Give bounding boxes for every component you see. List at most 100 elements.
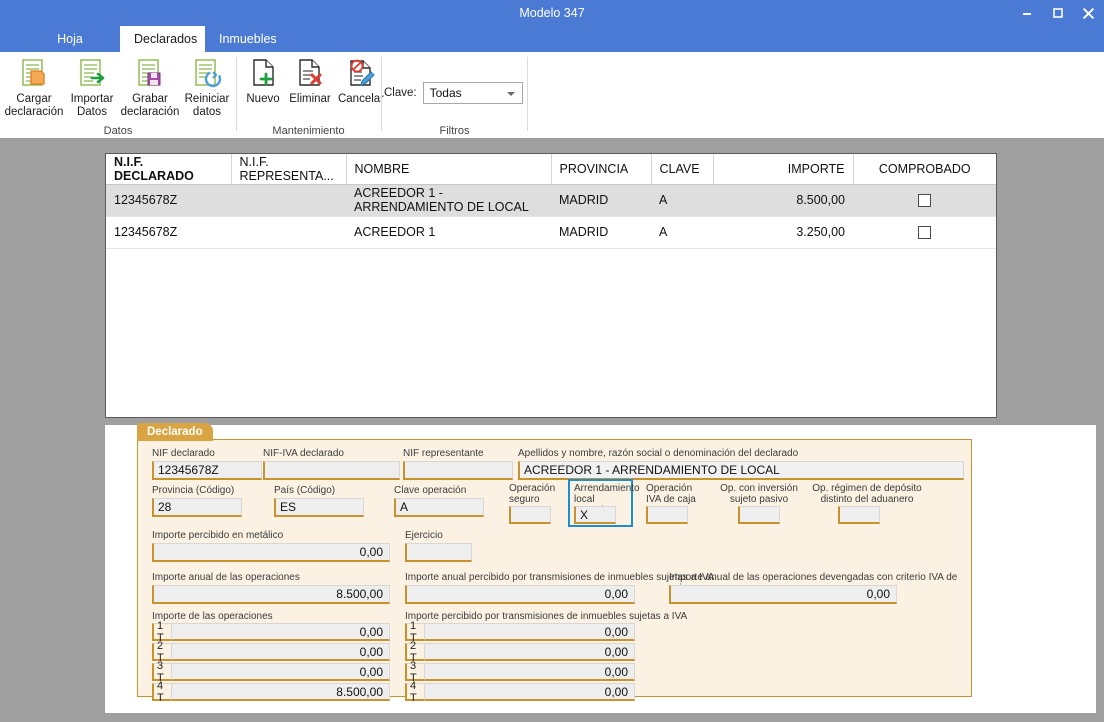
load-declaration-icon [17,55,51,91]
input-importe-metalico[interactable]: 0,00 [152,543,390,562]
declarado-fieldset: Declarado NIF declarado 12345678Z NIF-IV… [137,423,972,704]
input-importe-anual-operaciones[interactable]: 8.500,00 [152,585,390,604]
declarado-fieldset-tab: Declarado [137,423,213,441]
ribbon-group-mantenimiento: Nuevo Eliminar Cancelar Mantenimiento [237,52,384,138]
grabar-declaracion-label: Grabar declaración [120,93,180,118]
label-op-inversion-sujeto-pasivo: Op. con inversión sujeto pasivo [720,483,798,505]
input-apellidos[interactable]: ACREEDOR 1 - ARRENDAMIENTO DE LOCAL [518,461,964,480]
input-op-regimen-deposito[interactable] [838,506,880,524]
quarter-row-2t-left[interactable]: 2 T 0,00 [152,640,390,664]
ribbon-group-mantenimiento-label: Mantenimiento [272,125,345,137]
clave-filter-select[interactable]: Todas [422,82,523,104]
cell-clave: A [651,216,713,249]
quarter-row-4t-left[interactable]: 4 T 8.500,00 [152,680,390,704]
label-nif-iva-declarado: NIF-IVA declarado [263,448,344,459]
eliminar-button[interactable]: Eliminar [285,55,335,106]
cell-comprobado[interactable] [853,184,996,217]
quarter-label-4t-left: 4 T [152,680,172,704]
ribbon-group-datos-label: Datos [103,125,133,137]
col-header-clave[interactable]: CLAVE [651,154,714,185]
quarter-value-2t-right[interactable]: 0,00 [425,643,635,661]
input-clave-operacion[interactable]: A [394,498,484,517]
cargar-declaracion-button[interactable]: Cargar declaración [4,55,64,119]
importar-datos-button[interactable]: Importar Datos [66,55,118,119]
input-arrendamiento-local[interactable]: X [574,506,616,524]
cancelar-label: Cancelar [337,93,385,105]
input-importe-anual-devengadas-iva-caja[interactable]: 0,00 [669,585,897,604]
table-row[interactable]: 12345678Z ACREEDOR 1 MADRID A 3.250,00 [106,216,996,249]
col-header-provincia[interactable]: PROVINCIA [551,154,652,185]
cell-nif-declarado: 12345678Z [106,184,231,217]
cell-nif-representante [231,184,346,217]
window-title: Modelo 347 [519,6,585,20]
quarter-value-2t-left[interactable]: 0,00 [172,643,390,661]
quarter-value-4t-left[interactable]: 8.500,00 [172,683,390,701]
ribbon-group-filtros: Clave: Todas Filtros [382,52,527,138]
ribbon-group-filtros-label: Filtros [439,125,470,137]
maximize-icon[interactable] [1042,0,1073,26]
grid-header-row: N.I.F. DECLARADO N.I.F. REPRESENTA... NO… [106,154,996,185]
input-ejercicio[interactable] [405,543,472,562]
chevron-down-icon [506,92,515,96]
input-provincia-codigo[interactable]: 28 [152,498,242,517]
ribbon: Cargar declaración Importar Datos Grabar… [0,52,1104,138]
input-nif-representante[interactable] [403,461,513,480]
comprobado-checkbox[interactable] [918,226,931,240]
quarter-row-3t-right[interactable]: 3 T 0,00 [405,660,635,684]
table-row[interactable]: 12345678Z ACREEDOR 1 - ARRENDAMIENTO DE … [106,184,996,217]
label-importe-anual-operaciones: Importe anual de las operaciones [152,572,300,583]
cell-nif-representante [231,216,346,249]
cell-comprobado[interactable] [853,216,996,249]
cancel-edit-icon [344,55,378,91]
quarter-label-2t-left: 2 T [152,640,172,664]
input-nif-declarado[interactable]: 12345678Z [152,461,262,480]
label-operacion-iva-caja: Operación IVA de caja [646,483,696,505]
comprobado-checkbox[interactable] [918,194,931,208]
quarter-value-1t-right[interactable]: 0,00 [425,623,635,641]
col-header-importe[interactable]: IMPORTE [713,154,854,185]
import-data-icon [75,55,109,91]
quarter-label-1t-right: 1 T [405,620,425,644]
quarter-value-3t-right[interactable]: 0,00 [425,663,635,681]
tab-declarados[interactable]: Declarados [120,26,205,52]
quarter-value-1t-left[interactable]: 0,00 [172,623,390,641]
label-quarterly-transmisiones: Importe percibido por transmisiones de i… [405,611,688,622]
quarter-label-3t-right: 3 T [405,660,425,684]
ribbon-tabstrip: Hoja resumen Declarados Inmuebles [0,26,1104,72]
clave-filter-value: Todas [429,86,462,100]
input-op-inversion-sujeto-pasivo[interactable] [738,506,780,524]
delete-document-icon [293,55,327,91]
input-pais-codigo[interactable]: ES [274,498,364,517]
declarados-grid[interactable]: N.I.F. DECLARADO N.I.F. REPRESENTA... NO… [105,153,997,418]
input-nif-iva-declarado[interactable] [263,461,400,480]
close-icon[interactable] [1073,0,1104,26]
col-header-comprobado[interactable]: COMPROBADO [853,154,996,185]
input-importe-anual-transmisiones[interactable]: 0,00 [405,585,635,604]
save-declaration-icon [133,55,167,91]
nuevo-button[interactable]: Nuevo [241,55,285,106]
grabar-declaracion-button[interactable]: Grabar declaración [120,55,180,119]
quarter-row-1t-left[interactable]: 1 T 0,00 [152,620,390,644]
tab-hoja-resumen[interactable]: Hoja resumen [20,26,120,72]
quarter-row-2t-right[interactable]: 2 T 0,00 [405,640,635,664]
label-nif-representante: NIF representante [403,448,484,459]
declarado-detail-panel: Declarado NIF declarado 12345678Z NIF-IV… [105,423,1096,713]
quarter-row-4t-right[interactable]: 4 T 0,00 [405,680,635,704]
cell-provincia: MADRID [551,184,651,217]
quarter-row-1t-right[interactable]: 1 T 0,00 [405,620,635,644]
cancelar-button[interactable]: Cancelar [335,55,387,106]
cell-importe: 8.500,00 [713,184,853,217]
tab-inmuebles[interactable]: Inmuebles [205,26,287,52]
window-controls [1011,0,1104,26]
quarter-row-3t-left[interactable]: 3 T 0,00 [152,660,390,684]
col-header-nif-representante[interactable]: N.I.F. REPRESENTA... [231,154,347,185]
input-operacion-iva-caja[interactable] [646,506,688,524]
col-header-nif-declarado[interactable]: N.I.F. DECLARADO [106,154,232,185]
quarter-value-4t-right[interactable]: 0,00 [425,683,635,701]
reiniciar-datos-button[interactable]: Reiniciar datos [182,55,232,119]
col-header-nombre[interactable]: NOMBRE [346,154,552,185]
quarter-value-3t-left[interactable]: 0,00 [172,663,390,681]
clave-filter-label: Clave: [384,87,417,99]
minimize-icon[interactable] [1011,0,1042,26]
input-operacion-seguro[interactable] [509,506,551,524]
